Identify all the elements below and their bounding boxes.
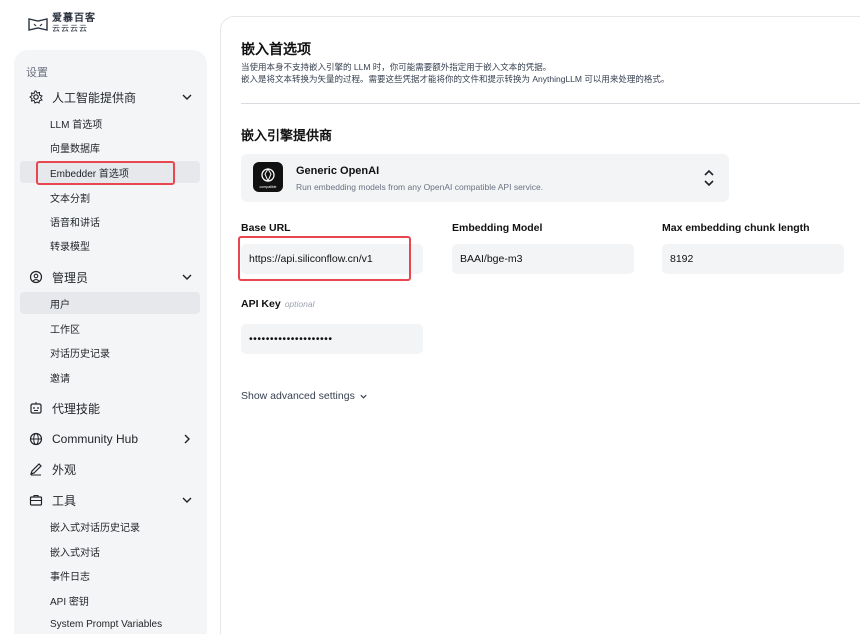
- page-title: 嵌入首选项: [241, 41, 311, 57]
- chevron-right-icon: [184, 434, 190, 444]
- app-window: 爱慕百客 云云云云 设置 人工智能提供商 LLM 首选项 向量数据库 Embed…: [0, 0, 860, 634]
- robot-icon: [28, 400, 44, 416]
- chevron-updown-icon: [704, 169, 714, 187]
- sidebar-item-llm[interactable]: LLM 首选项: [20, 112, 200, 134]
- provider-section-title: 嵌入引擎提供商: [241, 128, 333, 143]
- sidebar-item-voice[interactable]: 语音和讲话: [20, 210, 200, 232]
- sidebar-item-workspaces[interactable]: 工作区: [20, 317, 200, 339]
- chevron-down-icon: [360, 394, 367, 399]
- sidebar-group-community-hub[interactable]: Community Hub: [14, 425, 207, 453]
- advanced-settings-label: Show advanced settings: [241, 390, 355, 402]
- sidebar-item-transcription[interactable]: 转录模型: [20, 234, 200, 256]
- chevron-down-icon: [182, 274, 192, 280]
- embedding-model-input[interactable]: BAAI/bge-m3: [452, 244, 634, 274]
- sidebar-item-invites[interactable]: 邀请: [20, 366, 200, 388]
- chunk-length-label: Max embedding chunk length: [662, 222, 810, 234]
- api-key-label-text: API Key: [241, 298, 281, 310]
- settings-sidebar: 设置 人工智能提供商 LLM 首选项 向量数据库 Embedder 首选项 文本…: [14, 50, 207, 634]
- chevron-down-icon: [182, 497, 192, 503]
- sidebar-item-embed-chat[interactable]: 嵌入式对话: [20, 540, 200, 562]
- briefcase-icon: [28, 492, 44, 508]
- app-logo: 爱慕百客 云云云云: [28, 14, 96, 34]
- openai-logo-icon: compatible: [253, 162, 283, 192]
- base-url-label: Base URL: [241, 222, 291, 234]
- advanced-settings-toggle[interactable]: Show advanced settings: [241, 390, 368, 402]
- logo-text-line1: 爱慕百客: [52, 13, 96, 24]
- base-url-highlight-box: [238, 236, 411, 281]
- sidebar-section-label: 设置: [26, 67, 48, 79]
- sidebar-group-admin[interactable]: 管理员: [14, 263, 207, 291]
- provider-logo-caption: compatible: [259, 184, 277, 189]
- divider: [241, 103, 860, 104]
- book-logo-icon: [28, 18, 48, 31]
- sidebar-item-system-prompt-variables[interactable]: System Prompt Variables: [20, 613, 200, 634]
- provider-description: Run embedding models from any OpenAI com…: [296, 182, 544, 192]
- page-description-line1: 当使用本身不支持嵌入引擎的 LLM 时，你可能需要额外指定用于嵌入文本的凭据。: [241, 62, 552, 72]
- embedder-highlight-box: [36, 161, 175, 185]
- chevron-down-icon: [182, 94, 192, 100]
- provider-name: Generic OpenAI: [296, 165, 380, 177]
- page-description-line2: 嵌入是将文本转换为矢量的过程。需要这些凭据才能将你的文件和提示转换为 Anyth…: [241, 74, 670, 84]
- sidebar-group-label: Community Hub: [52, 432, 139, 446]
- sidebar-group-label: 管理员: [52, 270, 89, 285]
- api-key-optional-tag: optional: [284, 299, 315, 309]
- sidebar-group-label: 人工智能提供商: [52, 90, 137, 105]
- sidebar-item-embed-chat-history[interactable]: 嵌入式对话历史记录: [20, 515, 200, 537]
- embedding-model-label: Embedding Model: [452, 222, 543, 234]
- page-description: 当使用本身不支持嵌入引擎的 LLM 时，你可能需要额外指定用于嵌入文本的凭据。 …: [241, 61, 860, 85]
- sidebar-item-chat-history[interactable]: 对话历史记录: [20, 341, 200, 363]
- sidebar-group-label: 工具: [52, 493, 77, 508]
- sidebar-item-vector-db[interactable]: 向量数据库: [20, 136, 200, 158]
- logo-text-line2: 云云云云: [52, 24, 88, 33]
- sidebar-group-appearance[interactable]: 外观: [14, 455, 207, 483]
- api-key-label: API Key optional: [241, 298, 314, 310]
- sidebar-item-event-log[interactable]: 事件日志: [20, 564, 200, 586]
- sidebar-group-label: 外观: [52, 462, 77, 477]
- sidebar-item-text-splitter[interactable]: 文本分割: [20, 186, 200, 208]
- sidebar-group-ai-providers[interactable]: 人工智能提供商: [14, 83, 207, 111]
- chunk-length-input[interactable]: 8192: [662, 244, 844, 274]
- provider-select[interactable]: compatible Generic OpenAI Run embedding …: [241, 154, 729, 202]
- sidebar-item-users[interactable]: 用户: [20, 292, 200, 314]
- globe-icon: [28, 431, 44, 447]
- sidebar-group-tools[interactable]: 工具: [14, 486, 207, 514]
- admin-icon: [28, 269, 44, 285]
- sidebar-group-agent-skills[interactable]: 代理技能: [14, 394, 207, 422]
- brush-icon: [28, 461, 44, 477]
- api-key-input[interactable]: ••••••••••••••••••••: [241, 324, 423, 354]
- sidebar-item-api-keys[interactable]: API 密钥: [20, 589, 200, 611]
- main-panel: 嵌入首选项 当使用本身不支持嵌入引擎的 LLM 时，你可能需要额外指定用于嵌入文…: [220, 16, 860, 634]
- gear-icon: [28, 89, 44, 105]
- sidebar-group-label: 代理技能: [52, 401, 101, 416]
